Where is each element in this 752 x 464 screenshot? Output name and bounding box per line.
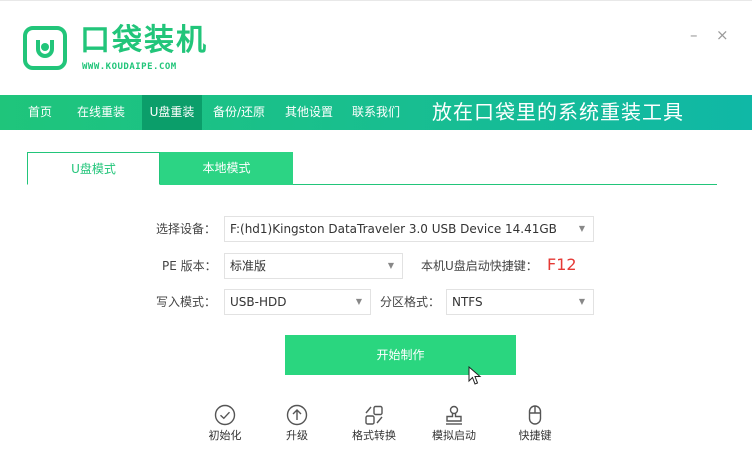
minimize-button[interactable]: – bbox=[690, 27, 698, 43]
chevron-down-icon: ▼ bbox=[387, 261, 394, 270]
mouse-icon bbox=[528, 405, 542, 425]
tool-upgrade[interactable]: 升级 bbox=[269, 404, 325, 443]
chevron-down-icon: ▼ bbox=[578, 297, 585, 306]
tool-upgrade-label: 升级 bbox=[286, 429, 308, 442]
pe-version-select[interactable]: 标准版 ▼ bbox=[224, 253, 403, 279]
tool-simulate-boot[interactable]: 模拟启动 bbox=[426, 404, 482, 443]
nav-other-settings[interactable]: 其他设置 bbox=[278, 95, 340, 130]
write-mode-label: 写入模式： bbox=[156, 295, 217, 309]
app-name: 口袋装机 bbox=[80, 23, 208, 58]
tool-shortcut-key-label: 快捷键 bbox=[518, 429, 552, 442]
device-label: 选择设备： bbox=[156, 222, 217, 236]
partition-value: NTFS bbox=[452, 295, 483, 309]
tool-format-convert-label: 格式转换 bbox=[352, 429, 396, 442]
chevron-down-icon: ▼ bbox=[355, 297, 362, 306]
hotkey-label: 本机U盘启动快捷键： bbox=[421, 259, 538, 273]
nav-contact[interactable]: 联系我们 bbox=[345, 95, 407, 130]
partition-select[interactable]: NTFS ▼ bbox=[446, 289, 594, 315]
partition-label: 分区格式： bbox=[380, 295, 441, 309]
app-window: 口袋装机 WWW.KOUDAIPE.COM – × 首页 在线重装 U盘重装 备… bbox=[0, 0, 752, 464]
app-url: WWW.KOUDAIPE.COM bbox=[82, 62, 177, 72]
tool-initialize[interactable]: 初始化 bbox=[197, 404, 253, 443]
nav-online-reinstall[interactable]: 在线重装 bbox=[68, 95, 134, 130]
tool-simulate-boot-label: 模拟启动 bbox=[432, 429, 476, 442]
write-mode-value: USB-HDD bbox=[230, 295, 287, 309]
device-select-value: F:(hd1)Kingston DataTraveler 3.0 USB Dev… bbox=[230, 222, 557, 236]
tool-initialize-label: 初始化 bbox=[208, 429, 242, 442]
chevron-down-icon: ▼ bbox=[578, 224, 585, 233]
pe-version-label: PE 版本： bbox=[162, 259, 217, 273]
nav-backup-restore[interactable]: 备份/还原 bbox=[206, 95, 272, 130]
close-button[interactable]: × bbox=[716, 27, 729, 43]
convert-icon bbox=[365, 405, 383, 425]
pe-version-value: 标准版 bbox=[230, 259, 267, 273]
device-select[interactable]: F:(hd1)Kingston DataTraveler 3.0 USB Dev… bbox=[224, 216, 594, 242]
stamp-icon bbox=[446, 405, 462, 425]
write-mode-select[interactable]: USB-HDD ▼ bbox=[224, 289, 371, 315]
nav-usb-reinstall[interactable]: U盘重装 bbox=[142, 95, 202, 130]
check-circle-icon bbox=[214, 404, 236, 426]
app-logo-icon bbox=[23, 26, 67, 70]
tool-shortcut-key[interactable]: 快捷键 bbox=[507, 404, 563, 443]
tab-local-mode[interactable]: 本地模式 bbox=[160, 152, 293, 185]
tab-usb-mode[interactable]: U盘模式 bbox=[27, 152, 160, 185]
mouse-pointer-icon bbox=[468, 366, 482, 385]
nav-home[interactable]: 首页 bbox=[17, 95, 63, 130]
tool-format-convert[interactable]: 格式转换 bbox=[346, 404, 402, 443]
slogan: 放在口袋里的系统重装工具 bbox=[432, 100, 684, 124]
main-nav: 首页 在线重装 U盘重装 备份/还原 其他设置 联系我们 放在口袋里的系统重装工… bbox=[0, 95, 752, 130]
upload-circle-icon bbox=[286, 404, 308, 426]
hotkey-value: F12 bbox=[547, 255, 577, 274]
